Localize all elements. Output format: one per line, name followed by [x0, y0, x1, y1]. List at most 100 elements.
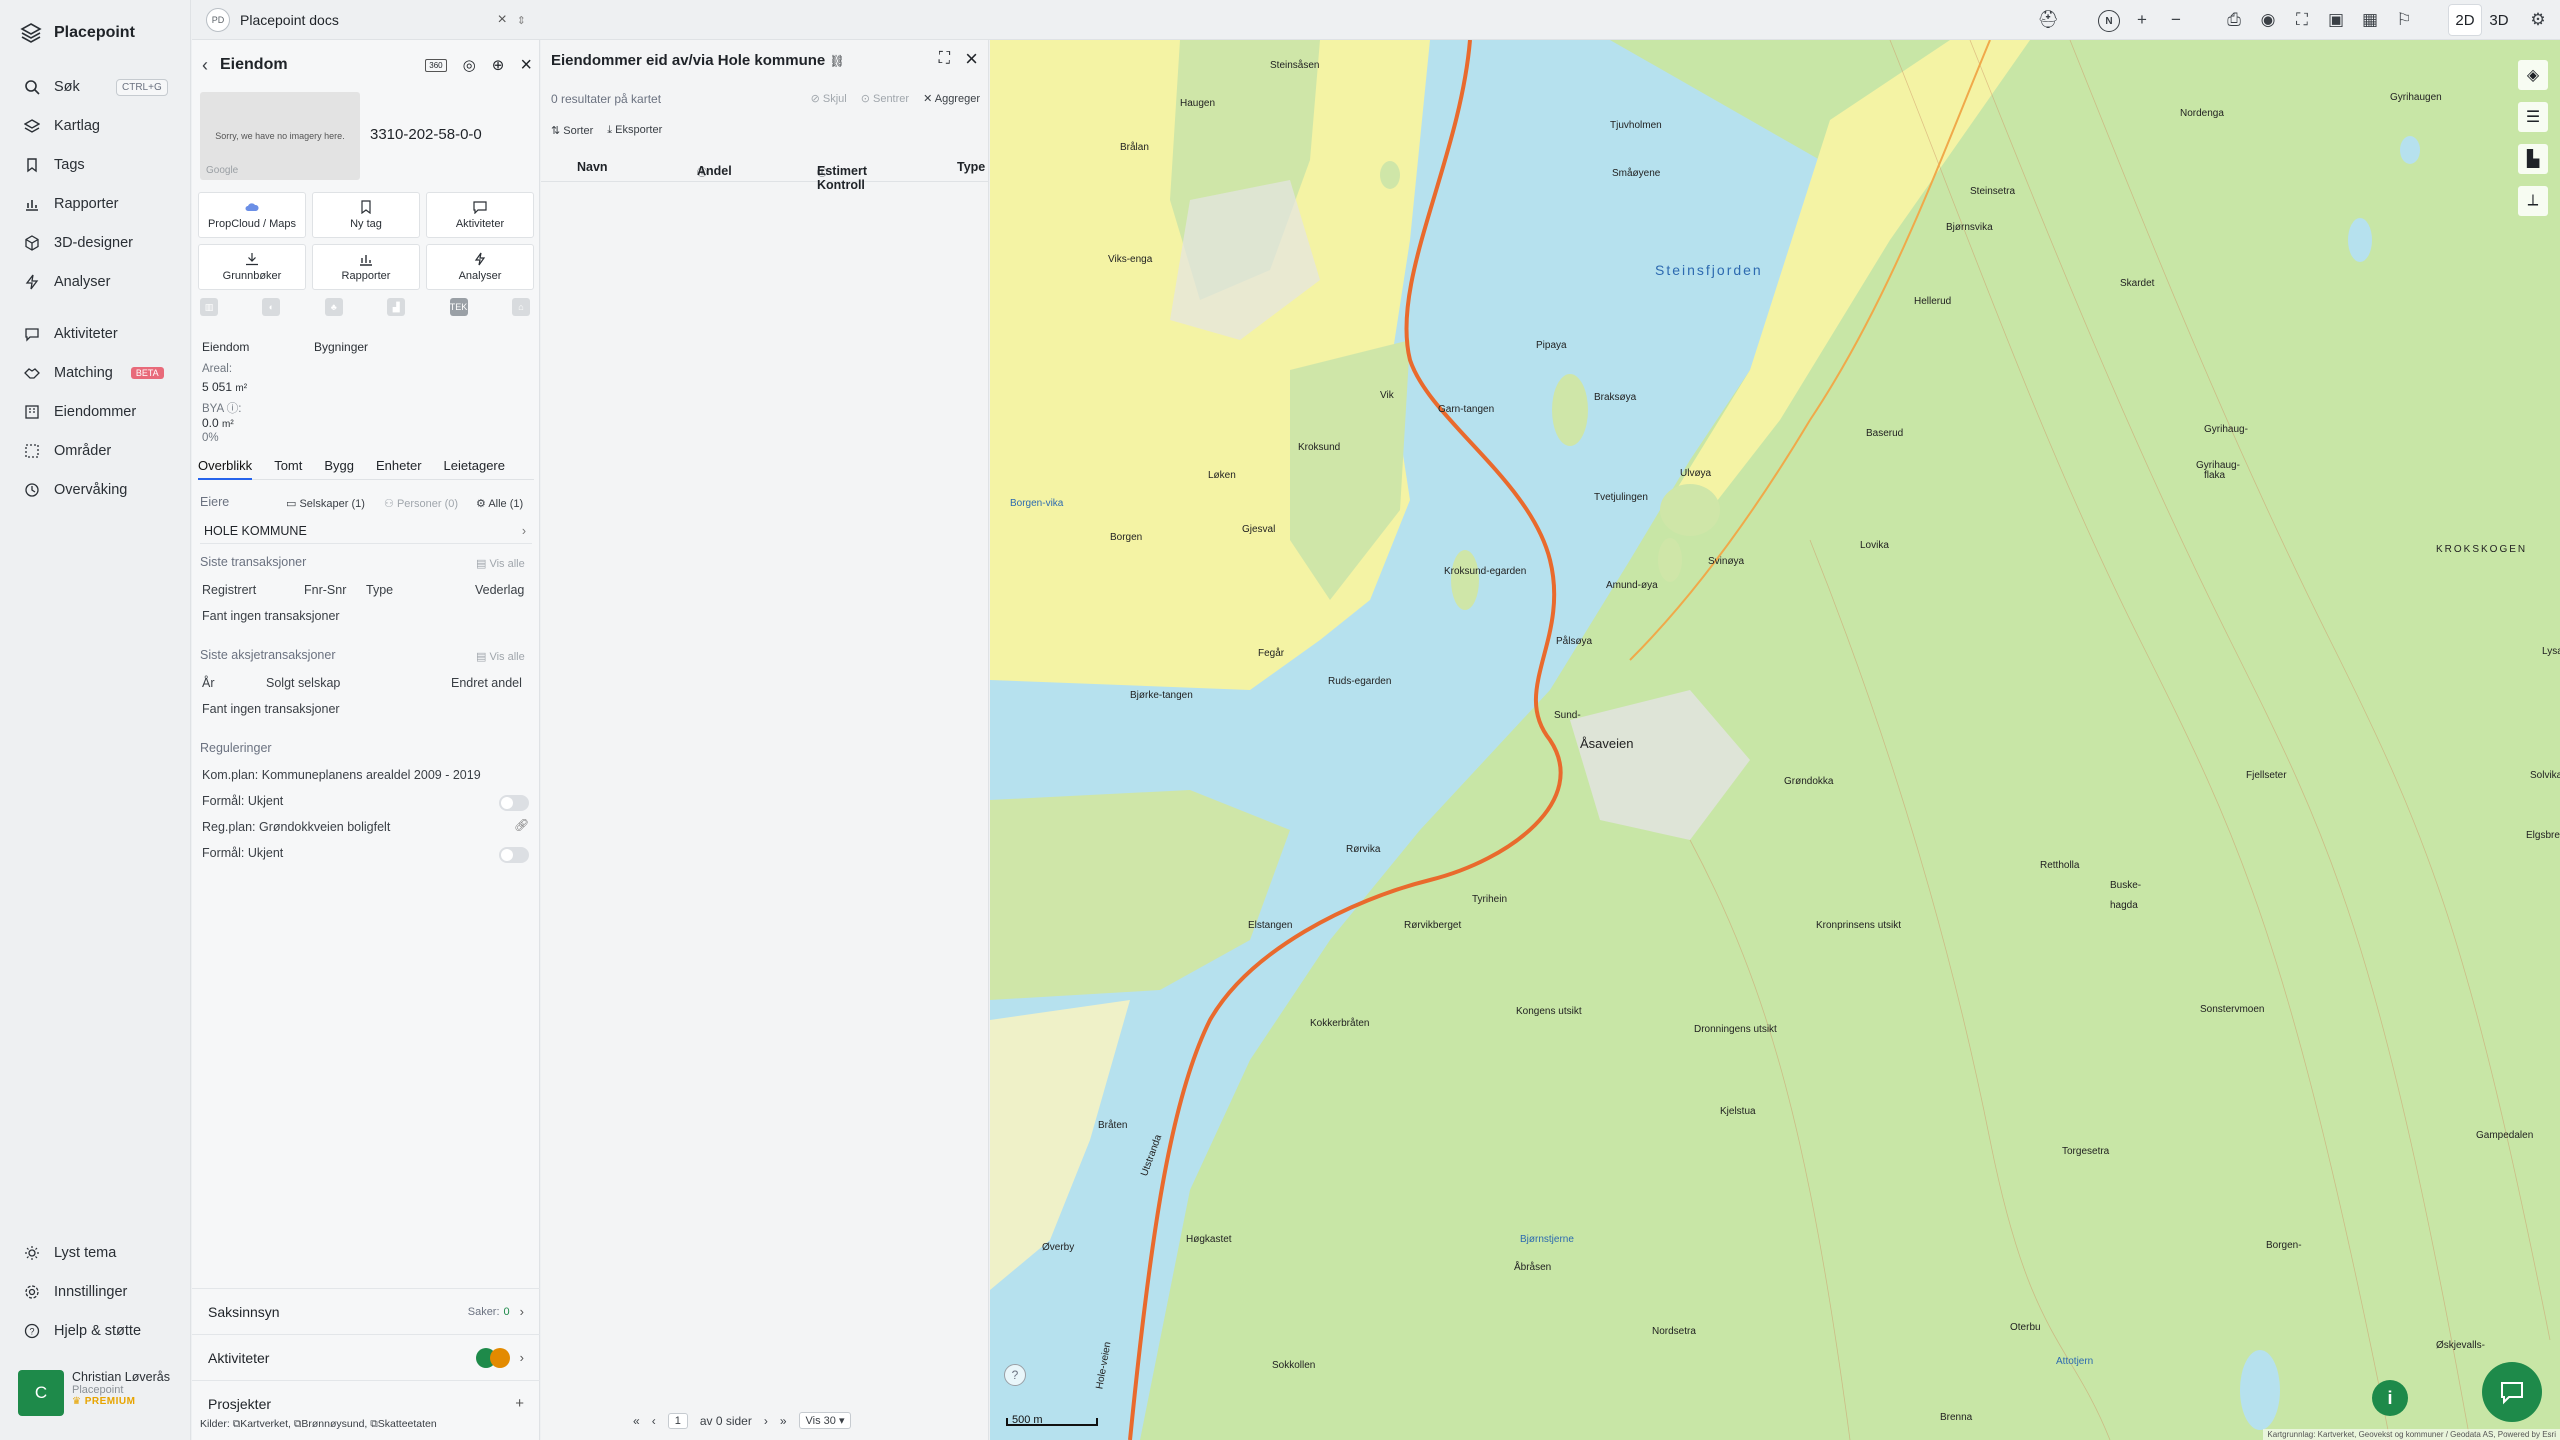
reg-toggle-1[interactable] [499, 795, 529, 811]
nav-tags[interactable]: Tags [24, 154, 85, 176]
info-button[interactable]: i [2372, 1380, 2408, 1416]
source-skatteetaten[interactable]: ⧉Skatteetaten [370, 1418, 436, 1430]
land-registry-button[interactable]: Grunnbøker [198, 244, 306, 290]
compass-icon[interactable]: N [2098, 10, 2120, 32]
col-type[interactable]: Type [957, 160, 985, 174]
tek-data-icon[interactable]: TEK [449, 298, 468, 316]
next-page-icon[interactable]: › [764, 1414, 768, 1428]
nav-lyst-tema[interactable]: Lyst tema [24, 1242, 116, 1264]
toggle-2d[interactable]: 2D [2448, 4, 2482, 36]
map-draw-tool[interactable]: ☰ [2518, 102, 2548, 132]
back-icon[interactable]: ‹ [202, 55, 208, 76]
center-button[interactable]: ⊙ Sentrer [861, 92, 909, 105]
prosjekter-label: Prosjekter [208, 1395, 272, 1412]
source-kartverket[interactable]: ⧉Kartverket, [233, 1418, 291, 1430]
close-icon[interactable]: × [965, 46, 978, 72]
globe-data-icon[interactable]: ◐ [262, 298, 281, 316]
page-input[interactable]: 1 [667, 1412, 688, 1429]
house-data-icon[interactable]: ⌂ [511, 298, 530, 316]
helmet-icon[interactable]: ⛑ [2037, 10, 2059, 30]
saksinnsyn-section[interactable]: Saksinnsyn Saker: 0 › [192, 1288, 540, 1334]
source-brreg[interactable]: ⧉Brønnøysund, [294, 1418, 367, 1430]
last-page-icon[interactable]: » [780, 1414, 787, 1428]
plant-data-icon[interactable]: ♣ [324, 298, 343, 316]
tab-tomt[interactable]: Tomt [274, 458, 302, 473]
nav-innstillinger[interactable]: Innstillinger [24, 1281, 127, 1303]
aggregate-button[interactable]: ✕ Aggreger [923, 92, 980, 105]
col-navn[interactable]: Navn [577, 160, 608, 174]
activities-button[interactable]: Aktiviteter [426, 192, 534, 238]
nav-analyser[interactable]: Analyser [24, 271, 110, 293]
nav-search[interactable]: Søk [24, 76, 80, 98]
nav-rapporter[interactable]: Rapporter [24, 193, 118, 215]
map-layers-tool[interactable]: ◈ [2518, 60, 2548, 90]
building-data-icon[interactable]: ▥ [200, 298, 218, 316]
filter-companies[interactable]: ▭ Selskaper (1) [286, 497, 365, 510]
kind-property[interactable]: Eiendom [202, 340, 249, 354]
map-measure-tool[interactable]: ⟂ [2518, 186, 2548, 216]
first-page-icon[interactable]: « [633, 1414, 640, 1428]
eye-icon[interactable]: ◎ [463, 56, 476, 74]
nav-aktiviteter[interactable]: Aktiviteter [24, 323, 118, 345]
reports-button[interactable]: Rapporter [312, 244, 420, 290]
bookmark-icon[interactable]: ⚐ [2394, 10, 2414, 30]
nav-3d-designer[interactable]: 3D-designer [24, 232, 133, 254]
chevron-right-icon: › [521, 523, 526, 538]
map-chart-tool[interactable]: ▙ [2518, 144, 2548, 174]
nav-matching[interactable]: Matching BETA [24, 362, 164, 384]
per-page-select[interactable]: Vis 30 ▾ [798, 1412, 852, 1429]
nav-omrader[interactable]: Områder [24, 440, 111, 462]
share-tx-see-all[interactable]: ▤ Vis alle [476, 650, 525, 663]
propcloud-button[interactable]: PropCloud / Maps [198, 192, 306, 238]
zoom-out-icon[interactable]: − [2166, 10, 2186, 30]
analyses-button[interactable]: Analyser [426, 244, 534, 290]
transactions-see-all[interactable]: ▤ Vis alle [476, 557, 525, 570]
kind-buildings[interactable]: Bygninger [314, 340, 368, 354]
stats-data-icon[interactable]: ▟ [387, 298, 406, 316]
info-icon[interactable]: ⓘ [227, 403, 239, 415]
clear-icon[interactable]: × [497, 11, 506, 29]
prev-page-icon[interactable]: ‹ [652, 1414, 656, 1428]
aktiviteter-section[interactable]: Aktiviteter › [192, 1334, 540, 1380]
chat-button[interactable] [2482, 1362, 2542, 1422]
tab-bygg[interactable]: Bygg [324, 458, 354, 473]
chevron-updown-icon[interactable]: ⇕ [517, 14, 526, 27]
nav-kartlag[interactable]: Kartlag [24, 115, 100, 137]
tab-overblikk[interactable]: Overblikk [198, 458, 253, 480]
sort-button[interactable]: ⇅ Sorter [551, 124, 593, 137]
nav-eiendommer[interactable]: Eiendommer [24, 401, 136, 423]
hide-button[interactable]: ⊘ Skjul [811, 92, 847, 105]
add-icon[interactable]: + [515, 1395, 524, 1412]
owner-row[interactable]: HOLE KOMMUNE › [200, 518, 532, 544]
add-icon[interactable]: ⊕ [492, 56, 505, 74]
nav-hjelp[interactable]: ? Hjelp & støtte [24, 1320, 141, 1342]
settings-icon[interactable]: ⚙ [2528, 10, 2548, 30]
map-view[interactable]: Steinsåsen Haugen Brålan Kroksund Steins… [990, 40, 2560, 1440]
reg-toggle-2[interactable] [499, 847, 529, 863]
brand[interactable]: Placepoint [20, 22, 135, 44]
camera-icon[interactable]: ▣ [2326, 10, 2346, 30]
filter-all[interactable]: ⚙ Alle (1) [476, 497, 523, 510]
expand-icon[interactable]: ⛶ [939, 50, 950, 68]
link-icon[interactable]: 🔗︎ [514, 818, 529, 832]
tab-enheter[interactable]: Enheter [376, 458, 422, 473]
zoom-in-icon[interactable]: + [2132, 10, 2152, 30]
print-icon[interactable]: ⎙ [2224, 10, 2244, 30]
workspace-select[interactable]: PD Placepoint docs × ⇕ [206, 6, 526, 34]
export-button[interactable]: ⤓ Eksporter [607, 124, 662, 137]
user-profile[interactable]: C Christian Løverås Placepoint ♛ PREMIUM [18, 1370, 183, 1420]
toggle-3d[interactable]: 3D [2482, 4, 2516, 36]
eye-icon[interactable]: ◉ [2258, 10, 2278, 30]
map-help-button[interactable]: ? [1004, 1364, 1026, 1386]
filter-persons[interactable]: ⚇ Personer (0) [384, 497, 458, 510]
plate-icon[interactable]: 360 [425, 58, 447, 72]
fullscreen-icon[interactable]: ⛶ [2292, 10, 2312, 30]
bolt-icon [474, 252, 486, 266]
grid-icon[interactable]: ▦ [2360, 10, 2380, 30]
new-tag-button[interactable]: Ny tag [312, 192, 420, 238]
link-icon[interactable]: ⛓ [829, 54, 844, 68]
nav-overvaking[interactable]: Overvåking [24, 479, 127, 501]
tab-leietagere[interactable]: Leietagere [444, 458, 505, 473]
close-icon[interactable]: × [520, 54, 532, 77]
reg-komplan: Kom.plan: Kommuneplanens arealdel 2009 -… [202, 768, 481, 782]
